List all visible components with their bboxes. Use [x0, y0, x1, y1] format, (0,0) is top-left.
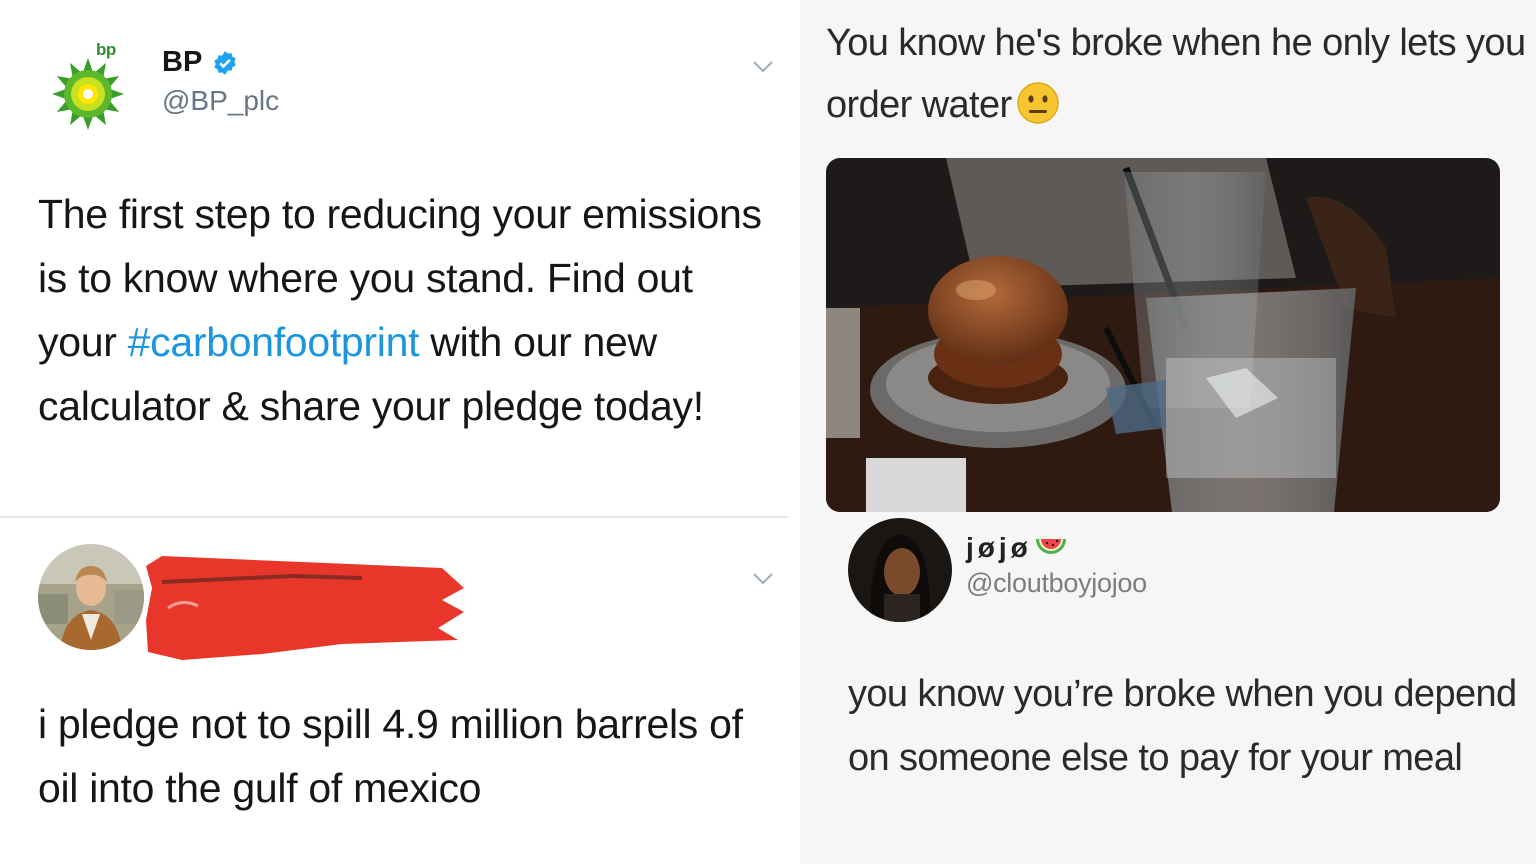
account-name[interactable]: jøjø: [966, 532, 1068, 564]
tweet-body: The first step to reducing your emission…: [38, 182, 778, 438]
reply-tweet-body: i pledge not to spill 4.9 million barrel…: [38, 701, 743, 811]
tweet-divider: [0, 516, 788, 518]
account-name[interactable]: BP: [162, 46, 202, 79]
bp-tweet-screenshot: bp BP @BP_plc The first step to reducing…: [0, 0, 788, 864]
chevron-down-icon[interactable]: [752, 60, 774, 74]
avatar[interactable]: [38, 544, 144, 650]
reply-tweet-body: you know you’re broke when you depend on…: [848, 673, 1517, 779]
broke-tweet-screenshot: You know he's broke when he only lets yo…: [800, 0, 1536, 864]
tweet-text: You know he's broke when he only lets yo…: [826, 22, 1526, 126]
avatar[interactable]: [848, 518, 952, 622]
hashtag-link[interactable]: #carbonfootprint: [128, 319, 420, 365]
tweet-body: You know he's broke when he only lets yo…: [826, 12, 1526, 136]
chevron-down-icon[interactable]: [752, 572, 774, 586]
panel-divider: [788, 0, 800, 864]
account-handle[interactable]: @cloutboyjojoo: [966, 568, 1147, 599]
tweet-photo[interactable]: [826, 158, 1500, 512]
account-handle[interactable]: @BP_plc: [162, 85, 279, 117]
bp-helios-logo-icon: [52, 58, 124, 130]
watermelon-emoji-icon: [1035, 539, 1066, 554]
verified-badge-icon: [214, 51, 236, 75]
neutral-face-emoji-icon: [1016, 82, 1059, 124]
account-name-text: jøjø: [966, 532, 1032, 563]
redaction-scribble: [146, 556, 464, 660]
